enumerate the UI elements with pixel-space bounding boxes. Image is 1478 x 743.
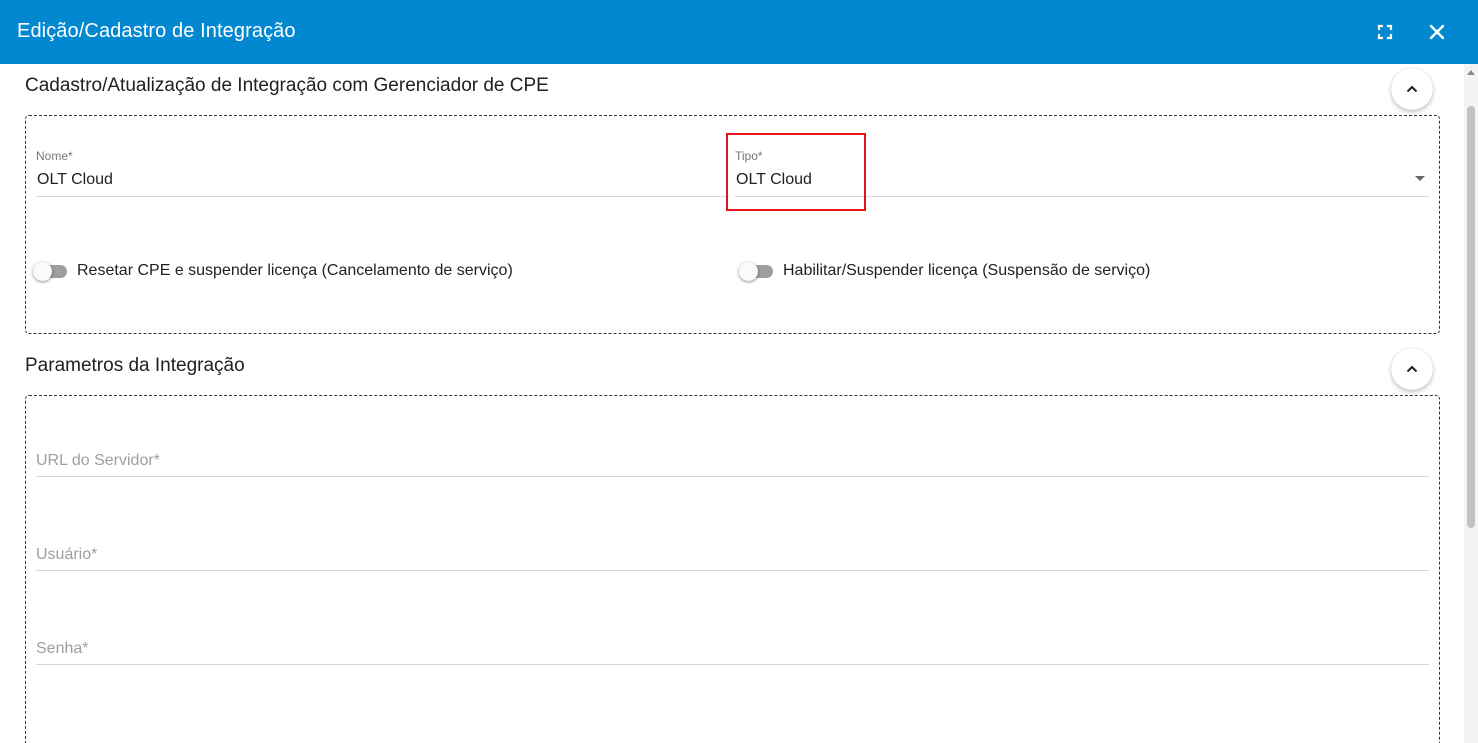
senha-field[interactable]: Senha* bbox=[36, 634, 1429, 665]
fullscreen-icon bbox=[1377, 24, 1393, 40]
toggle-switch[interactable] bbox=[739, 261, 775, 281]
nome-value: OLT Cloud bbox=[37, 171, 113, 188]
toggle-switch[interactable] bbox=[33, 261, 69, 281]
nome-field[interactable]: Nome* OLT Cloud bbox=[36, 149, 729, 197]
tipo-label: Tipo* bbox=[735, 149, 763, 163]
url-servidor-placeholder: URL do Servidor* bbox=[36, 452, 160, 469]
tipo-select[interactable]: Tipo* OLT Cloud bbox=[735, 149, 1429, 197]
usuario-field[interactable]: Usuário* bbox=[36, 540, 1429, 571]
close-button[interactable] bbox=[1423, 18, 1451, 46]
tipo-value: OLT Cloud bbox=[736, 171, 812, 188]
toggle-knob bbox=[33, 262, 52, 281]
senha-placeholder: Senha* bbox=[36, 640, 89, 657]
toggle-knob bbox=[739, 262, 758, 281]
parametros-panel: URL do Servidor* Usuário* Senha* bbox=[25, 395, 1440, 743]
dialog-header: Edição/Cadastro de Integração bbox=[0, 0, 1478, 64]
dialog-content: Cadastro/Atualização de Integração com G… bbox=[0, 64, 1464, 743]
caret-down-icon bbox=[1415, 176, 1425, 181]
toggle-habilitar-licenca[interactable]: Habilitar/Suspender licença (Suspensão d… bbox=[739, 261, 1150, 281]
scrollbar-thumb[interactable] bbox=[1467, 106, 1475, 528]
dialog-title: Edição/Cadastro de Integração bbox=[17, 20, 296, 42]
chevron-up-icon bbox=[1406, 85, 1418, 93]
url-servidor-field[interactable]: URL do Servidor* bbox=[36, 446, 1429, 477]
close-icon bbox=[1429, 24, 1445, 40]
section-parametros-title: Parametros da Integração bbox=[25, 355, 245, 376]
toggle-reset-cpe[interactable]: Resetar CPE e suspender licença (Cancela… bbox=[33, 261, 513, 281]
scrollbar[interactable] bbox=[1464, 64, 1478, 743]
section-cadastro-title: Cadastro/Atualização de Integração com G… bbox=[25, 75, 549, 96]
nome-label: Nome* bbox=[36, 149, 73, 163]
toggle-reset-label: Resetar CPE e suspender licença (Cancela… bbox=[77, 262, 513, 279]
collapse-parametros-button[interactable] bbox=[1391, 348, 1433, 390]
scroll-up-arrow-icon[interactable] bbox=[1467, 70, 1475, 75]
cadastro-panel: Nome* OLT Cloud Tipo* OLT Cloud Resetar … bbox=[25, 115, 1440, 334]
usuario-placeholder: Usuário* bbox=[36, 546, 98, 563]
toggle-habilitar-label: Habilitar/Suspender licença (Suspensão d… bbox=[783, 262, 1151, 279]
chevron-up-icon bbox=[1406, 365, 1418, 373]
fullscreen-button[interactable] bbox=[1371, 18, 1399, 46]
collapse-cadastro-button[interactable] bbox=[1391, 68, 1433, 110]
